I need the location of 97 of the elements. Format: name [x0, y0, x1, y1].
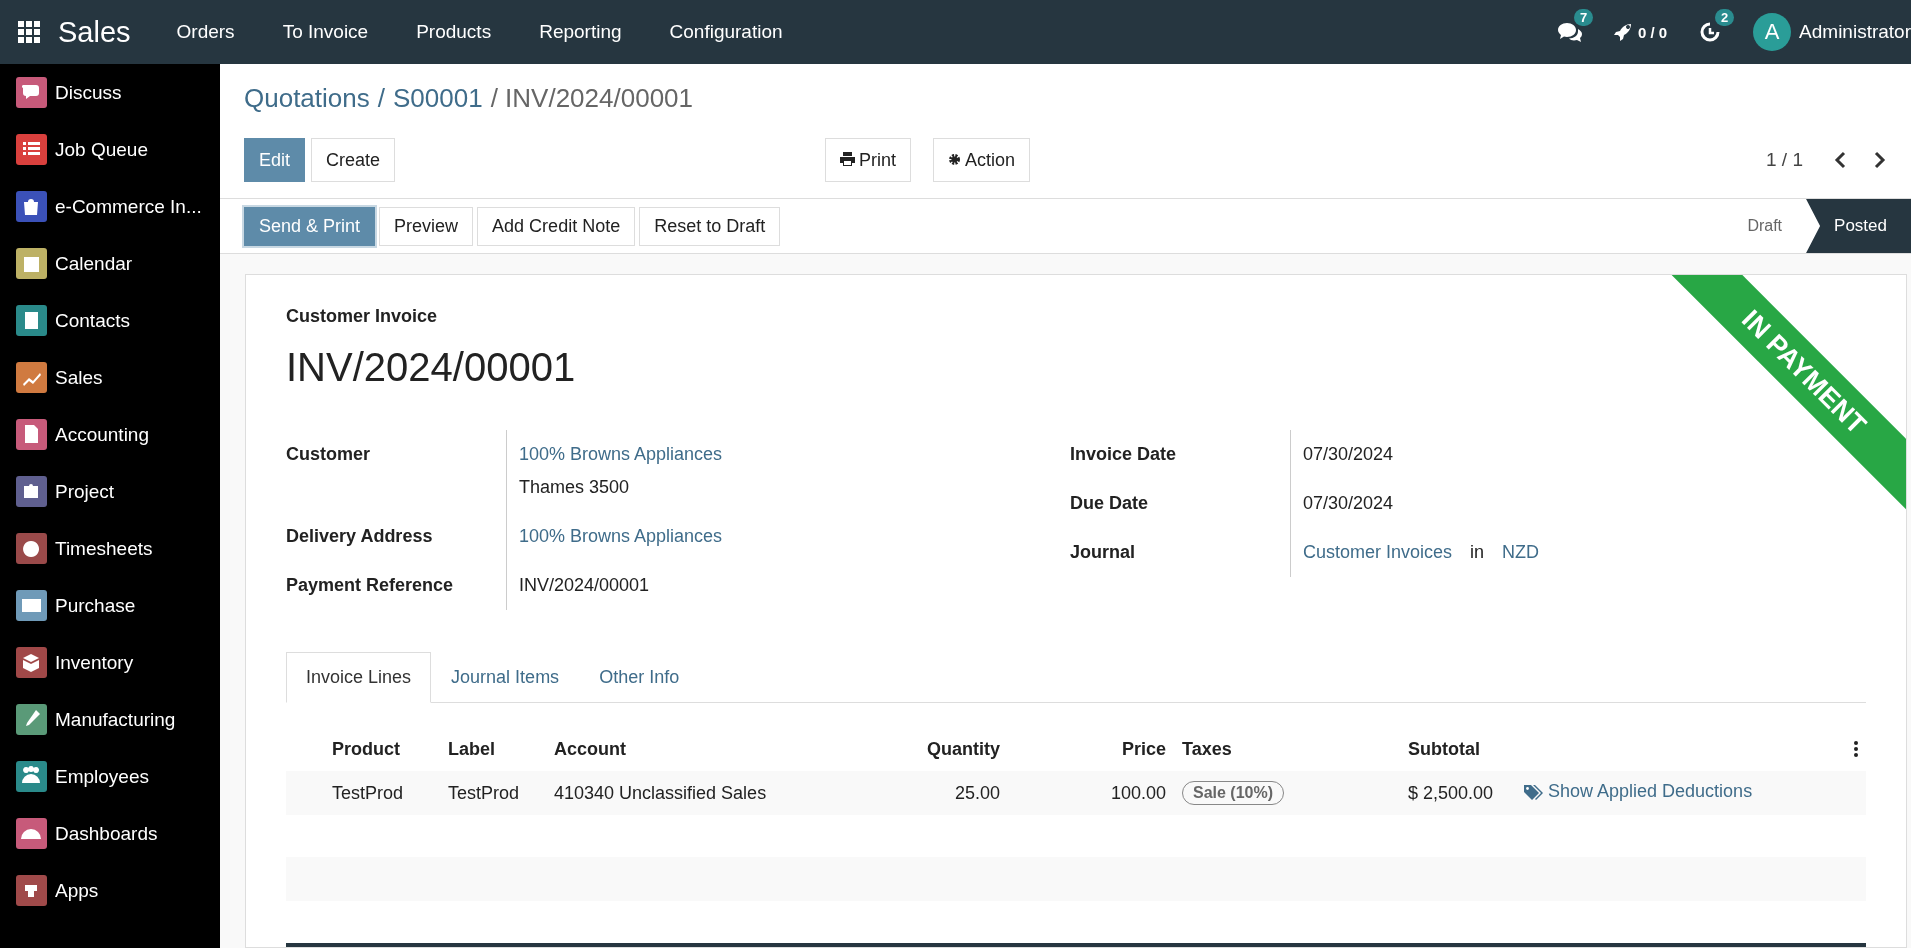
sidebar-item[interactable]: Calendar: [55, 252, 133, 275]
invoice-number: INV/2024/00001: [286, 345, 576, 390]
dropdown-button[interactable]: Action: [933, 138, 1031, 182]
activity-counter[interactable]: 0 / 0: [1637, 23, 1668, 41]
menu-item[interactable]: To Invoice: [258, 21, 393, 43]
app-icon: [16, 875, 47, 906]
activity-count-badge: 2: [1715, 9, 1735, 26]
app-icon: [16, 647, 47, 678]
sidebar-item[interactable]: Timesheets: [55, 537, 153, 560]
sidebar-item[interactable]: Accounting: [55, 423, 149, 446]
app-icon: [16, 704, 47, 735]
sidebar-item[interactable]: Contacts: [55, 309, 130, 332]
workflow-button[interactable]: Send & Print: [244, 206, 376, 246]
menu-item[interactable]: Reporting: [515, 21, 646, 43]
app-icon: [16, 590, 47, 621]
app-title: Sales: [58, 15, 131, 49]
apps-menu-icon[interactable]: [18, 21, 40, 43]
dropdown-button[interactable]: Print: [825, 138, 912, 182]
notebook-tab[interactable]: Invoice Lines: [286, 652, 432, 703]
menu-item[interactable]: Products: [392, 21, 516, 43]
menu-item[interactable]: Orders: [152, 21, 259, 43]
field-label: Due Date: [1070, 492, 1150, 515]
table-cell: TestProd: [286, 771, 440, 815]
sidebar-item[interactable]: Employees: [55, 765, 149, 788]
app-icon: [16, 362, 47, 393]
breadcrumb-current: / INV/2024/00001: [490, 83, 694, 115]
column-header: Product: [286, 727, 440, 771]
field-label: Payment Reference: [286, 574, 455, 597]
app-icon: [16, 761, 47, 792]
workflow-button[interactable]: Add Credit Note: [477, 206, 636, 246]
sidebar-item[interactable]: Purchase: [55, 594, 136, 617]
app-icon: [16, 476, 47, 507]
sidebar-item[interactable]: Manufacturing: [55, 708, 176, 731]
field-value: 07/30/2024: [1303, 493, 1394, 514]
field-link[interactable]: Customer Invoices: [1303, 542, 1453, 563]
field-label: Customer: [286, 443, 371, 466]
workflow-button[interactable]: Preview: [379, 206, 474, 246]
kebab-menu-icon[interactable]: [1854, 741, 1858, 757]
form-subtitle: Customer Invoice: [286, 306, 438, 327]
table-cell: 25.00: [862, 771, 1008, 815]
sidebar-item[interactable]: Dashboards: [55, 822, 158, 845]
field-link[interactable]: NZD: [1502, 542, 1540, 563]
field-value: INV/2024/00001: [519, 575, 650, 596]
app-icon: [16, 248, 47, 279]
sidebar-item[interactable]: e-Commerce In...: [55, 195, 202, 218]
column-header: Account: [546, 727, 862, 771]
printer-icon: [840, 151, 856, 166]
notebook-tab[interactable]: Journal Items: [431, 652, 580, 703]
field-label: Invoice Date: [1070, 443, 1178, 466]
field-link[interactable]: 100% Browns Appliances: [519, 526, 723, 547]
table-cell: TestProd: [440, 771, 546, 815]
menu-item[interactable]: Configuration: [645, 21, 807, 43]
app-icon: [16, 134, 47, 165]
table-cell: 100.00: [1008, 771, 1174, 815]
clock-icon[interactable]: [1699, 21, 1722, 43]
rocket-icon[interactable]: [1613, 23, 1632, 41]
app-icon: [16, 191, 47, 222]
pager-value[interactable]: 1 / 1: [1766, 149, 1803, 171]
column-header: Label: [440, 727, 546, 771]
breadcrumb-separator: /: [377, 83, 385, 115]
form-button[interactable]: Edit: [244, 138, 306, 182]
app-icon: [16, 533, 47, 564]
field-value: in: [1470, 542, 1485, 563]
gear-icon: [948, 152, 962, 166]
column-header: Price: [1008, 727, 1174, 771]
message-count-badge: 7: [1573, 9, 1594, 26]
workflow-button[interactable]: Reset to Draft: [639, 206, 781, 246]
field-value: 07/30/2024: [1303, 444, 1394, 465]
sidebar-item[interactable]: Apps: [55, 879, 99, 902]
column-header: Subtotal: [1400, 727, 1506, 771]
sidebar-item[interactable]: Project: [55, 480, 115, 503]
form-button[interactable]: Create: [311, 138, 396, 182]
breadcrumb-link[interactable]: Quotations: [244, 83, 370, 125]
notebook-tab[interactable]: Other Info: [579, 652, 700, 703]
sidebar-item[interactable]: Discuss: [55, 81, 122, 104]
column-header: Quantity: [862, 727, 1008, 771]
app-icon: [16, 305, 47, 336]
field-label: Journal: [1070, 541, 1136, 564]
column-header: Taxes: [1174, 727, 1400, 771]
field-value: Thames 3500: [519, 477, 631, 498]
chevron-left-icon[interactable]: [1833, 151, 1847, 169]
table-cell: $ 2,500.00: [1400, 771, 1506, 815]
sidebar-item[interactable]: Sales: [55, 366, 103, 389]
field-label: Delivery Address: [286, 525, 434, 548]
app-icon: [16, 77, 47, 108]
app-icon: [16, 419, 47, 450]
chat-icon[interactable]: [1557, 21, 1582, 43]
sidebar-item[interactable]: Inventory: [55, 651, 134, 674]
tags-icon: [1524, 783, 1546, 800]
field-link[interactable]: 100% Browns Appliances: [519, 444, 1070, 465]
chevron-right-icon[interactable]: [1873, 151, 1887, 169]
breadcrumb-link[interactable]: S00001: [393, 83, 483, 125]
sidebar-item[interactable]: Job Queue: [55, 138, 148, 161]
table-cell: 410340 Unclassified Sales: [546, 771, 862, 815]
status-step[interactable]: Posted: [1806, 199, 1911, 253]
user-name[interactable]: Administrator: [1799, 21, 1911, 43]
app-icon: [16, 818, 47, 849]
